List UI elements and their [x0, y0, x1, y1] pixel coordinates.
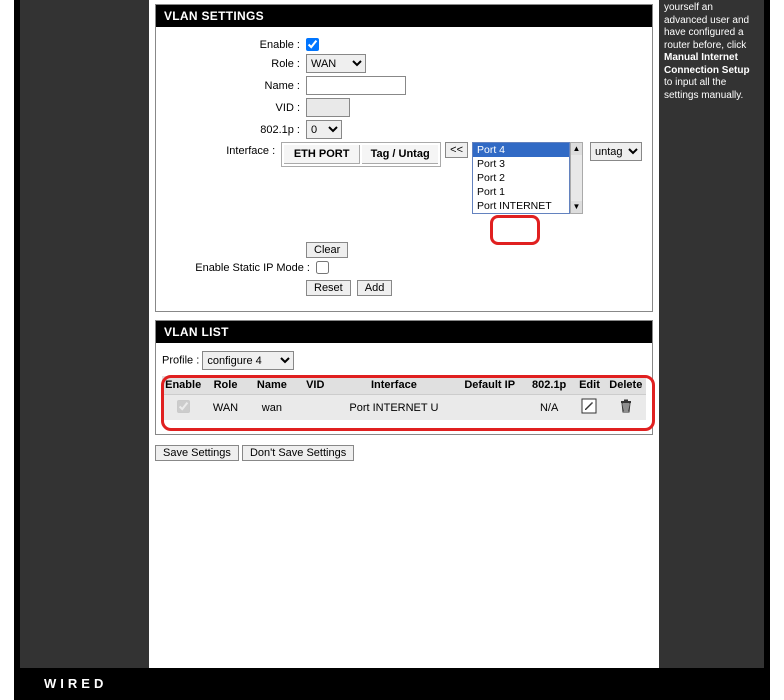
profile-label: Profile :	[162, 355, 199, 367]
tag-untag-header: Tag / Untag	[362, 145, 438, 164]
interface-table: ETH PORT Tag / Untag	[281, 142, 441, 167]
static-ip-label: Enable Static IP Mode :	[166, 262, 316, 274]
dont-save-settings-button[interactable]: Don't Save Settings	[242, 445, 354, 461]
vid-label: VID :	[166, 102, 306, 114]
interface-label: Interface :	[166, 142, 281, 157]
save-settings-button[interactable]: Save Settings	[155, 445, 239, 461]
vlan-settings-panel: VLAN SETTINGS Enable : Role : WAN Name :	[155, 4, 653, 312]
port-option[interactable]: Port 4	[473, 143, 569, 157]
bottom-buttons: Save Settings Don't Save Settings	[155, 445, 653, 461]
name-label: Name :	[166, 80, 306, 92]
sidebar-text: yourself an advanced user and have confi…	[664, 2, 749, 51]
help-sidebar: yourself an advanced user and have confi…	[661, 0, 761, 668]
footer-text: WIRED	[44, 676, 107, 691]
static-ip-checkbox[interactable]	[316, 261, 329, 274]
port-option[interactable]: Port 3	[473, 157, 569, 171]
vlan-list-panel: VLAN LIST Profile : configure 4 Enable R…	[155, 320, 653, 435]
vid-input[interactable]	[306, 98, 350, 117]
untag-select[interactable]: untag	[590, 142, 642, 161]
port-scrollbar[interactable]: ▲ ▼	[570, 142, 583, 214]
port-option[interactable]: Port INTERNET	[473, 199, 569, 213]
enable-checkbox[interactable]	[306, 38, 319, 51]
highlight-add	[490, 215, 540, 245]
profile-select[interactable]: configure 4	[202, 351, 294, 370]
clear-button[interactable]: Clear	[306, 242, 348, 258]
role-select[interactable]: WAN	[306, 54, 366, 73]
eth-port-header: ETH PORT	[284, 145, 360, 164]
sidebar-bold: Manual Internet Connection Setup	[664, 52, 750, 76]
vlan-list-header: VLAN LIST	[156, 321, 652, 343]
port-option[interactable]: Port 2	[473, 171, 569, 185]
p8021-label: 802.1p :	[166, 124, 306, 136]
sidebar-text2: to input all the settings manually.	[664, 77, 743, 101]
port-option[interactable]: Port 1	[473, 185, 569, 199]
p8021-select[interactable]: 0	[306, 120, 342, 139]
enable-label: Enable :	[166, 39, 306, 51]
highlight-list	[161, 375, 655, 431]
add-button[interactable]: Add	[357, 280, 393, 296]
reset-button[interactable]: Reset	[306, 280, 351, 296]
port-listbox[interactable]: Port 4 Port 3 Port 2 Port 1 Port INTERNE…	[472, 142, 570, 214]
vlan-settings-header: VLAN SETTINGS	[156, 5, 652, 27]
name-input[interactable]	[306, 76, 406, 95]
role-label: Role :	[166, 58, 306, 70]
footer-bar: WIRED	[20, 668, 764, 700]
shuttle-left-button[interactable]: <<	[445, 142, 468, 158]
main-content: VLAN SETTINGS Enable : Role : WAN Name :	[149, 0, 659, 668]
